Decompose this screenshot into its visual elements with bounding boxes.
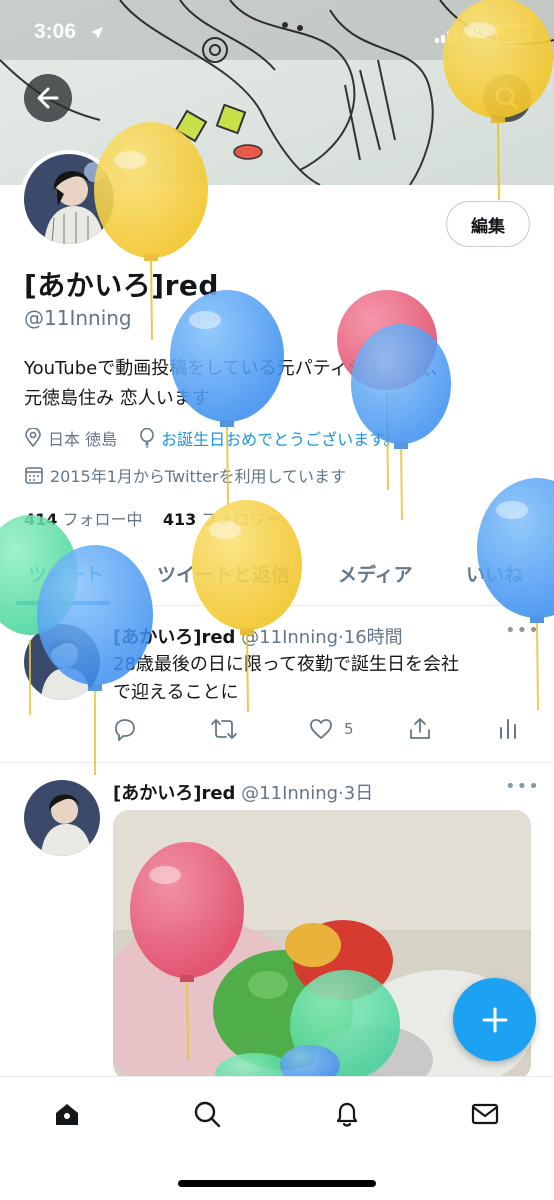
- like-count: 5: [344, 720, 354, 738]
- like-button[interactable]: 5: [308, 716, 354, 742]
- analytics-button[interactable]: [497, 716, 519, 742]
- balloon-icon: [139, 428, 155, 448]
- search-icon: [194, 1101, 221, 1128]
- calendar-icon: [24, 465, 44, 485]
- tweet-author-handle: @11Inning: [241, 783, 339, 804]
- profile-avatar[interactable]: [20, 150, 118, 248]
- profile-location: 日本 徳島: [48, 430, 118, 449]
- location-pin-icon: [24, 428, 42, 448]
- tweet-text: 28歳最後の日に限って夜勤で誕生日を会社 で迎えることに: [113, 651, 523, 707]
- bell-icon: [336, 1102, 358, 1127]
- avatar-image: [24, 780, 100, 856]
- retweet-button[interactable]: [210, 716, 238, 742]
- tweet-author-handle: @11Inning: [241, 627, 339, 648]
- compose-tweet-button[interactable]: [453, 978, 536, 1061]
- heart-icon: [310, 719, 332, 739]
- tweet-avatar[interactable]: [24, 624, 100, 700]
- nav-messages[interactable]: [468, 1097, 502, 1131]
- home-indicator: [178, 1180, 376, 1187]
- share-button[interactable]: [407, 716, 433, 742]
- profile-tabs: ツイート ツイートと返信 メディア いいね: [0, 548, 554, 606]
- analytics-icon: [500, 719, 516, 739]
- join-date: 2015年1月からTwitterを利用しています: [50, 467, 347, 486]
- battery-icon: [496, 24, 533, 43]
- back-button[interactable]: [24, 74, 72, 122]
- tweet-time[interactable]: 16時間: [344, 627, 403, 648]
- tweet-more-button[interactable]: •••: [505, 776, 540, 797]
- tweet-text-line: で迎えることに: [113, 682, 239, 703]
- tab-tweets[interactable]: ツイート: [28, 560, 104, 587]
- tweet-actions: 5: [0, 716, 554, 744]
- follow-counts: 414 フォロー中 413 フォロワー: [24, 506, 281, 530]
- profile-bio: YouTubeで動画投稿をしている元パティシエ 28歳、 元徳島住み 恋人います: [24, 354, 524, 414]
- nav-notifications[interactable]: [330, 1097, 364, 1131]
- search-icon: [495, 86, 519, 110]
- tweet-author-name[interactable]: [あかいろ]red: [113, 783, 235, 804]
- followers-link[interactable]: 413 フォロワー: [163, 510, 282, 529]
- home-icon: [56, 1104, 78, 1125]
- avatar-image: [24, 154, 114, 244]
- nav-explore[interactable]: [190, 1097, 224, 1131]
- followers-count: 413: [162, 510, 197, 529]
- following-label: フォロー中: [62, 510, 143, 529]
- edit-profile-button[interactable]: 編集: [446, 201, 530, 247]
- tweet-text-line: 28歳最後の日に限って夜勤で誕生日を会社: [113, 654, 460, 675]
- tab-media[interactable]: メディア: [338, 560, 413, 587]
- status-bar: 3:06 4G: [0, 0, 554, 70]
- mail-icon: [471, 1103, 499, 1125]
- plus-icon: [482, 1007, 507, 1032]
- tab-likes[interactable]: いいね: [466, 560, 523, 587]
- signal-icon: [435, 27, 461, 43]
- avatar-image: [24, 624, 100, 700]
- bio-line: YouTubeで動画投稿をしている元パティシエ 28歳、: [24, 358, 449, 379]
- retweet-icon: [211, 719, 237, 739]
- share-icon: [410, 718, 430, 739]
- following-link[interactable]: 414 フォロー中: [24, 510, 143, 529]
- tab-tweets-and-replies[interactable]: ツイートと返信: [157, 560, 290, 587]
- profile-meta-row: 日本 徳島 お誕生日おめでとうございます。: [24, 426, 400, 450]
- status-time: 3:06: [34, 20, 77, 43]
- profile-meta-row: 2015年1月からTwitterを利用しています: [24, 463, 346, 487]
- tweet-avatar[interactable]: [24, 780, 100, 856]
- followers-label: フォロワー: [201, 510, 282, 529]
- reply-icon: [115, 719, 135, 741]
- tweet-author-name[interactable]: [あかいろ]red: [113, 627, 235, 648]
- bio-line: 元徳島住み 恋人います: [24, 388, 210, 409]
- reply-button[interactable]: [112, 716, 138, 742]
- nav-home[interactable]: [50, 1097, 84, 1131]
- tweet-time[interactable]: 3日: [344, 783, 373, 804]
- tweet-more-button[interactable]: •••: [505, 620, 540, 641]
- location-arrow-icon: [91, 27, 103, 39]
- profile-handle: @11Inning: [24, 306, 132, 330]
- birthday-message: お誕生日おめでとうございます。: [161, 430, 400, 449]
- display-name: [あかいろ]red: [24, 269, 219, 302]
- network-type: 4G: [466, 25, 488, 42]
- active-tab-indicator: [16, 601, 110, 605]
- following-count: 414: [24, 510, 58, 529]
- arrow-left-icon: [37, 87, 59, 109]
- tweet-header: [あかいろ]red @11Inning·3日: [113, 779, 373, 805]
- tweet-divider: [0, 762, 554, 763]
- tweet-header: [あかいろ]red @11Inning·16時間: [113, 623, 403, 649]
- search-button[interactable]: [483, 74, 531, 122]
